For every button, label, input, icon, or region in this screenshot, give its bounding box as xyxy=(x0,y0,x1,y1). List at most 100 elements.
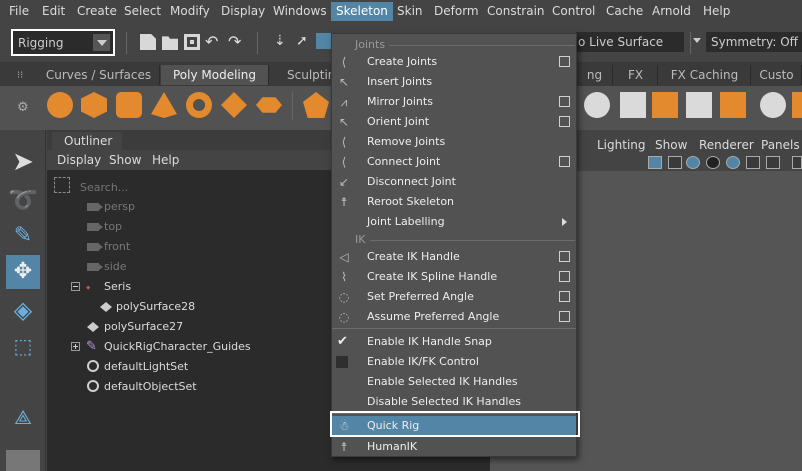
isolate-icon[interactable] xyxy=(792,156,802,169)
outliner-row-top[interactable]: top xyxy=(104,220,122,233)
menu-cache[interactable]: Cache xyxy=(606,4,643,18)
wireframe-icon[interactable] xyxy=(648,156,662,169)
menu-select[interactable]: Select xyxy=(124,4,161,18)
option-box-icon[interactable] xyxy=(559,251,570,262)
extract-icon[interactable] xyxy=(686,92,712,118)
menu-item-enable-selected-ik[interactable]: Enable Selected IK Handles xyxy=(332,372,576,392)
tab-rigging[interactable]: ng xyxy=(577,65,613,85)
lasso-tool-icon[interactable]: ➰ xyxy=(6,183,40,217)
outliner-row-defaultobjectset[interactable]: defaultObjectSet xyxy=(104,380,197,393)
outliner-row-side[interactable]: side xyxy=(104,260,127,273)
outliner-row-quickrig-guides[interactable]: QuickRigCharacter_Guides xyxy=(104,340,251,353)
menu-item-create-ik-spline[interactable]: ⌇ Create IK Spline Handle xyxy=(332,267,576,287)
last-tool-icon[interactable]: ⟁ xyxy=(6,400,40,434)
tab-curves-surfaces[interactable]: Curves / Surfaces xyxy=(38,65,160,85)
layout-icon[interactable] xyxy=(6,450,40,471)
symmetry-dropdown[interactable]: Symmetry: Off xyxy=(706,32,802,52)
filter-icon[interactable] xyxy=(54,177,70,193)
menu-arnold[interactable]: Arnold xyxy=(652,4,691,18)
option-box-icon[interactable] xyxy=(559,156,570,167)
menu-item-disconnect-joint[interactable]: ↙ Disconnect Joint xyxy=(332,172,576,192)
menu-help[interactable]: Help xyxy=(703,4,730,18)
bevel-icon[interactable] xyxy=(792,92,802,118)
option-box-icon[interactable] xyxy=(559,311,570,322)
menu-item-remove-joints[interactable]: ⟨ Remove Joints xyxy=(332,132,576,152)
menu-item-orient-joint[interactable]: ↖ Orient Joint xyxy=(332,112,576,132)
menu-skeleton[interactable]: Skeleton xyxy=(331,2,393,21)
menu-file[interactable]: File xyxy=(9,4,29,18)
outliner-row-seris[interactable]: Seris xyxy=(104,280,131,293)
viewport-menu-show[interactable]: Show xyxy=(655,138,687,152)
outliner-menu-display[interactable]: Display xyxy=(57,153,101,167)
tab-fx-caching[interactable]: FX Caching xyxy=(659,65,751,85)
outliner-menu-help[interactable]: Help xyxy=(152,153,179,167)
menu-item-enable-ik-snap[interactable]: ✔ Enable IK Handle Snap xyxy=(332,332,576,352)
option-box-icon[interactable] xyxy=(559,96,570,107)
outliner-menu-show[interactable]: Show xyxy=(109,153,141,167)
shelf-settings-icon[interactable]: ⁝⁝ xyxy=(17,70,23,81)
select-tool-icon[interactable]: ➤ xyxy=(6,145,40,179)
option-box-icon[interactable] xyxy=(559,116,570,127)
menu-item-mirror-joints[interactable]: ⩘ Mirror Joints xyxy=(332,92,576,112)
tab-poly-modeling[interactable]: Poly Modeling xyxy=(161,65,269,85)
xray-icon[interactable] xyxy=(766,156,780,169)
menu-deform[interactable]: Deform xyxy=(434,4,479,18)
separate-icon[interactable] xyxy=(652,92,678,118)
chevron-down-icon[interactable] xyxy=(93,34,110,51)
rotate-tool-icon[interactable]: ◈ xyxy=(6,293,40,327)
outliner-row-polysurface28[interactable]: polySurface28 xyxy=(116,300,195,313)
smooth-icon[interactable] xyxy=(584,92,610,118)
redo-icon[interactable]: ↷ xyxy=(228,32,244,51)
shadows-icon[interactable] xyxy=(726,156,740,169)
option-box-icon[interactable] xyxy=(559,56,570,67)
menu-item-insert-joints[interactable]: ↖ Insert Joints xyxy=(332,72,576,92)
menu-skin[interactable]: Skin xyxy=(397,4,423,18)
menu-item-disable-selected-ik[interactable]: Disable Selected IK Handles xyxy=(332,392,576,412)
menu-create[interactable]: Create xyxy=(77,4,117,18)
outliner-row-persp[interactable]: persp xyxy=(104,200,135,213)
gear-icon[interactable]: ⚙ xyxy=(17,100,29,115)
expand-toggle[interactable] xyxy=(71,342,80,351)
outliner-row-front[interactable]: front xyxy=(104,240,130,253)
select-component-icon[interactable] xyxy=(316,33,332,49)
combine-icon[interactable] xyxy=(620,92,646,118)
live-surface-field[interactable]: o Live Surface xyxy=(576,32,684,52)
save-scene-icon[interactable] xyxy=(184,34,200,50)
lighting-icon[interactable] xyxy=(706,156,720,169)
menu-set-dropdown[interactable]: Rigging xyxy=(11,29,115,56)
paint-select-tool-icon[interactable]: ✎ xyxy=(6,219,40,253)
tab-sculpting[interactable]: Sculptin xyxy=(270,65,335,85)
menu-windows[interactable]: Windows xyxy=(273,4,327,18)
move-tool-icon[interactable]: ✥ xyxy=(6,255,40,289)
scale-tool-icon[interactable]: ⬚ xyxy=(6,329,40,363)
option-box-icon[interactable] xyxy=(559,271,570,282)
menu-item-set-preferred-angle[interactable]: ◌ Set Preferred Angle xyxy=(332,287,576,307)
menu-modify[interactable]: Modify xyxy=(170,4,210,18)
select-object-icon[interactable]: ➚ xyxy=(296,33,312,49)
menu-control[interactable]: Control xyxy=(552,4,595,18)
outliner-row-polysurface27[interactable]: polySurface27 xyxy=(104,320,183,333)
menu-item-create-ik-handle[interactable]: ◁ Create IK Handle xyxy=(332,247,576,267)
tab-outliner[interactable]: Outliner xyxy=(52,132,122,150)
menu-item-enable-ikfk-control[interactable]: Enable IK/FK Control xyxy=(332,352,576,372)
textures-icon[interactable] xyxy=(746,156,760,169)
undo-icon[interactable]: ↶ xyxy=(205,32,221,51)
select-hierarchy-icon[interactable]: ⇣ xyxy=(274,33,290,49)
collapse-toggle[interactable] xyxy=(71,282,80,291)
poly-torus-icon[interactable] xyxy=(186,92,212,118)
menu-edit[interactable]: Edit xyxy=(42,4,65,18)
menu-item-humanik[interactable]: ☨ HumanIK xyxy=(332,437,576,457)
shaded-icon[interactable] xyxy=(686,156,700,169)
menu-item-create-joints[interactable]: ⟨ Create Joints xyxy=(332,52,576,72)
viewport-menu-lighting[interactable]: Lighting xyxy=(597,138,646,152)
mirror-icon[interactable] xyxy=(720,92,746,118)
menu-constrain[interactable]: Constrain xyxy=(487,4,545,18)
menu-item-connect-joint[interactable]: ⟨ Connect Joint xyxy=(332,152,576,172)
viewport-menu-panels[interactable]: Panels xyxy=(761,138,800,152)
chevron-down-icon[interactable] xyxy=(693,38,701,43)
tab-fx[interactable]: FX xyxy=(614,65,658,85)
bridge-icon[interactable] xyxy=(760,92,786,118)
viewport-menu-renderer[interactable]: Renderer xyxy=(699,138,754,152)
option-box-icon[interactable] xyxy=(559,291,570,302)
smooth-shade-icon[interactable] xyxy=(668,156,682,169)
